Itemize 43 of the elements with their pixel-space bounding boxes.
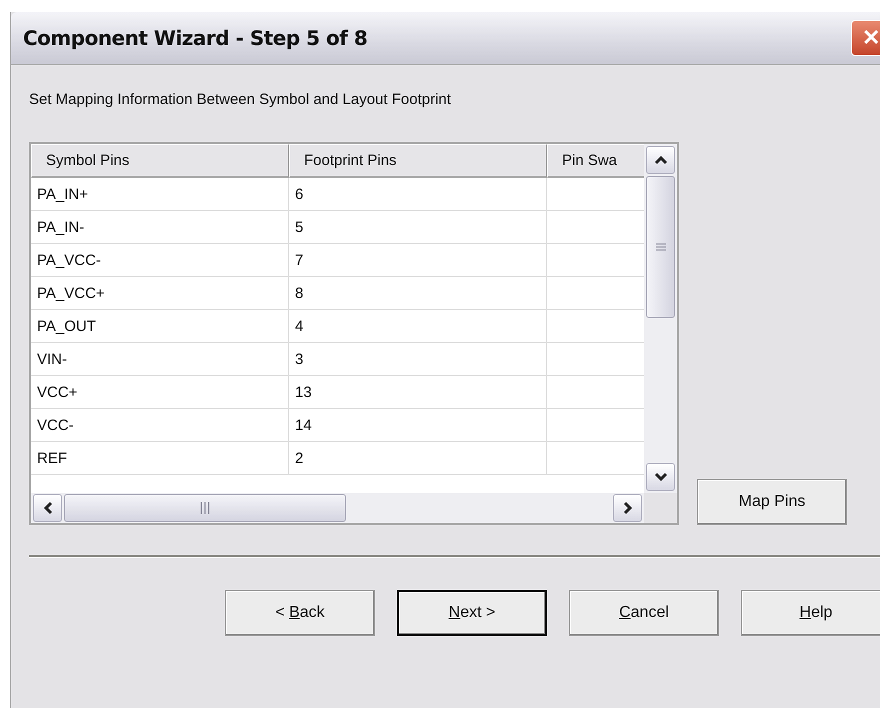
table-cell: VIN- [31,343,289,376]
table-cell: VCC- [31,409,289,442]
table-cell: 5 [289,211,547,244]
table-cell: 2 [289,442,547,475]
instruction-text: Set Mapping Information Between Symbol and Layout Footprint [29,91,451,108]
table-cell: PA_OUT [31,310,289,343]
chevron-right-icon [622,501,632,515]
table-cell: PA_IN- [31,211,289,244]
map-pins-button[interactable]: Map Pins [697,479,847,525]
wizard-button[interactable]: Next > [397,590,547,636]
grip-icon [656,242,666,252]
chevron-up-icon [654,155,668,165]
table-cell: VCC+ [31,376,289,409]
column-header[interactable]: Footprint Pins [289,144,547,178]
column-header[interactable]: Pin Swa [547,144,644,178]
wizard-button[interactable]: < Back [225,590,375,636]
table-cell: 8 [289,277,547,310]
column-header[interactable]: Symbol Pins [31,144,289,178]
table-cell: PA_VCC- [31,244,289,277]
table-cell: PA_IN+ [31,178,289,211]
table-cell: 6 [289,178,547,211]
horizontal-scrollbar[interactable] [31,493,644,523]
chevron-down-icon [654,472,668,482]
scroll-left-button[interactable] [33,494,62,522]
vertical-scrollbar[interactable] [644,144,677,493]
table-cell: 14 [289,409,547,442]
wizard-button[interactable]: Help [741,590,880,636]
window-title: Component Wizard - Step 5 of 8 [23,26,368,50]
table-cell: REF [31,442,289,475]
chevron-left-icon [42,501,52,515]
scroll-up-button[interactable] [646,146,675,174]
scroll-thumb[interactable] [646,176,675,318]
table-cell: PA_VCC+ [31,277,289,310]
table-cell: 7 [289,244,547,277]
wizard-button[interactable]: Cancel [569,590,719,636]
table-cell: 3 [289,343,547,376]
grip-icon [199,502,211,514]
scrollbar-corner [644,493,677,523]
scroll-right-button[interactable] [613,494,642,522]
scroll-thumb[interactable] [64,494,346,522]
table-cell: 4 [289,310,547,343]
scroll-down-button[interactable] [646,463,675,491]
table-cell: 13 [289,376,547,409]
